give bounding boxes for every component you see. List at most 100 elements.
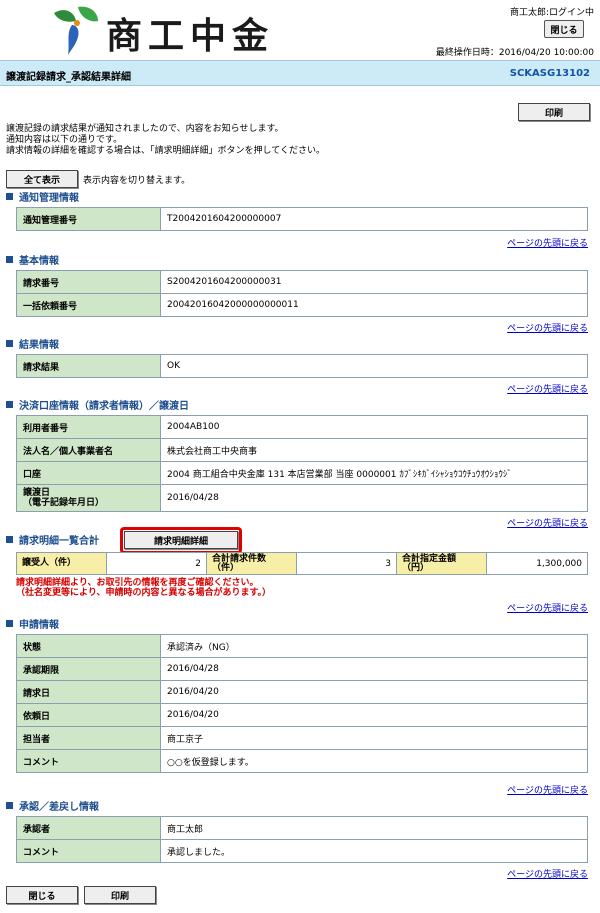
field-value: T2004201604200000007 bbox=[160, 207, 588, 231]
table-row: 口座 2004 商工組合中央金庫 131 本店営業部 当座 0000001 ｶﾌ… bbox=[16, 461, 588, 485]
field-label: 状態 bbox=[16, 634, 161, 658]
section-title-account: 決済口座情報（請求者情報）／譲渡日 bbox=[6, 397, 189, 412]
table-row: 請求番号 S2004201604200000031 bbox=[16, 270, 588, 294]
field-value: 株式会社商工中央商事 bbox=[160, 438, 588, 462]
basic-table: 請求番号 S2004201604200000031 一括依頼番号 2004201… bbox=[16, 270, 588, 317]
back-to-top-link[interactable]: ページの先頭に戻る bbox=[507, 236, 588, 249]
intro-text: 譲渡記録の請求結果が通知されましたので、内容をお知らせします。 通知内容は以下の… bbox=[6, 124, 325, 157]
table-row: コメント ○○を仮登録します。 bbox=[16, 749, 588, 773]
screen-id: SCKASG13102 bbox=[509, 68, 590, 79]
summary-value: 1,300,000 bbox=[486, 552, 588, 575]
summary-label: 譲受人（件） bbox=[16, 552, 107, 575]
back-to-top-link[interactable]: ページの先頭に戻る bbox=[507, 783, 588, 796]
field-label: 請求日 bbox=[16, 680, 161, 704]
field-label: 承認期限 bbox=[16, 657, 161, 681]
field-label: 譲渡日 （電子記録年月日） bbox=[16, 484, 161, 512]
field-label: 通知管理番号 bbox=[16, 207, 161, 231]
application-table: 状態 承認済み（NG） 承認期限 2016/04/28 請求日 2016/04/… bbox=[16, 634, 588, 773]
summary-value: 3 bbox=[296, 552, 397, 575]
field-label: 利用者番号 bbox=[16, 415, 161, 439]
field-value: 20042016042000000000011 bbox=[160, 293, 588, 317]
intro-line: 請求情報の詳細を確認する場合は、「請求明細詳細」ボタンを押してください。 bbox=[6, 146, 325, 156]
table-row: 承認者 商工太郎 bbox=[16, 816, 588, 840]
account-table: 利用者番号 2004AB100 法人名／個人事業者名 株式会社商工中央商事 口座… bbox=[16, 415, 588, 512]
field-value: S2004201604200000031 bbox=[160, 270, 588, 294]
table-row: 承認期限 2016/04/28 bbox=[16, 657, 588, 681]
close-button-bottom[interactable]: 閉じる bbox=[6, 886, 78, 904]
table-row: 担当者 商工京子 bbox=[16, 726, 588, 750]
back-to-top-link[interactable]: ページの先頭に戻る bbox=[507, 516, 588, 529]
page-title: 譲渡記録請求_承認結果詳細 bbox=[6, 72, 131, 83]
table-row: 法人名／個人事業者名 株式会社商工中央商事 bbox=[16, 438, 588, 462]
section-title-notice: 通知管理情報 bbox=[6, 189, 79, 204]
section-title-approval: 承認／差戻し情報 bbox=[6, 798, 99, 813]
field-label: 請求結果 bbox=[16, 354, 161, 378]
table-row: 状態 承認済み（NG） bbox=[16, 634, 588, 658]
detail-button-highlight bbox=[120, 527, 242, 554]
result-table: 請求結果 OK bbox=[16, 354, 588, 378]
section-marker-icon bbox=[6, 256, 13, 263]
field-label: 一括依頼番号 bbox=[16, 293, 161, 317]
notice-table: 通知管理番号 T2004201604200000007 bbox=[16, 207, 588, 231]
company-logo: 商工中金 bbox=[48, 3, 338, 57]
back-to-top-link[interactable]: ページの先頭に戻る bbox=[507, 601, 588, 614]
page-header: 商工中金 商工太郎:ログイン中 閉じる 最終操作日時：2016/04/20 10… bbox=[0, 0, 600, 60]
header-close-button[interactable]: 閉じる bbox=[544, 20, 584, 38]
table-row: 一括依頼番号 20042016042000000000011 bbox=[16, 293, 588, 317]
back-to-top-link[interactable]: ページの先頭に戻る bbox=[507, 867, 588, 880]
field-value: OK bbox=[160, 354, 588, 378]
field-value: 2016/04/20 bbox=[160, 680, 588, 704]
section-title-basic: 基本情報 bbox=[6, 252, 59, 267]
login-user-status: 商工太郎:ログイン中 bbox=[509, 8, 594, 18]
field-label: 口座 bbox=[16, 461, 161, 485]
field-value: 承認済み（NG） bbox=[160, 634, 588, 658]
table-row: 利用者番号 2004AB100 bbox=[16, 415, 588, 439]
table-row: 請求結果 OK bbox=[16, 354, 588, 378]
section-marker-icon bbox=[6, 401, 13, 408]
logo-mark-icon bbox=[54, 6, 98, 55]
field-label: コメント bbox=[16, 749, 161, 773]
section-marker-icon bbox=[6, 340, 13, 347]
table-row: 譲受人（件） 2 合計請求件数 （件） 3 合計指定金額 （円） 1,300,000 bbox=[16, 552, 588, 575]
table-row: 譲渡日 （電子記録年月日） 2016/04/28 bbox=[16, 484, 588, 512]
field-label: コメント bbox=[16, 839, 161, 863]
table-row: コメント 承認しました。 bbox=[16, 839, 588, 863]
print-button-bottom[interactable]: 印刷 bbox=[84, 886, 156, 904]
screen-title-bar: 譲渡記録請求_承認結果詳細 SCKASG13102 bbox=[0, 60, 600, 86]
section-marker-icon bbox=[6, 536, 13, 543]
back-to-top-link[interactable]: ページの先頭に戻る bbox=[507, 382, 588, 395]
section-title-application: 申請情報 bbox=[6, 616, 59, 631]
show-all-button[interactable]: 全て表示 bbox=[6, 170, 78, 188]
back-to-top-link[interactable]: ページの先頭に戻る bbox=[507, 321, 588, 334]
field-value: 2016/04/28 bbox=[160, 657, 588, 681]
table-row: 依頼日 2016/04/20 bbox=[16, 703, 588, 727]
section-marker-icon bbox=[6, 802, 13, 809]
field-label: 承認者 bbox=[16, 816, 161, 840]
summary-value: 2 bbox=[106, 552, 207, 575]
field-value: 商工太郎 bbox=[160, 816, 588, 840]
logo-text: 商工中金 bbox=[106, 15, 275, 57]
approval-table: 承認者 商工太郎 コメント 承認しました。 bbox=[16, 816, 588, 863]
summary-label: 合計請求件数 （件） bbox=[206, 552, 297, 575]
section-marker-icon bbox=[6, 193, 13, 200]
print-button-top[interactable]: 印刷 bbox=[518, 103, 590, 121]
intro-line: 譲渡記録の請求結果が通知されましたので、内容をお知らせします。 bbox=[6, 124, 284, 134]
field-value: 2004 商工組合中央金庫 131 本店営業部 当座 0000001 ｶﾌﾞｼｷ… bbox=[160, 461, 588, 485]
last-operation-time: 最終操作日時：2016/04/20 10:00:00 bbox=[435, 48, 594, 58]
field-value: 承認しました。 bbox=[160, 839, 588, 863]
table-row: 通知管理番号 T2004201604200000007 bbox=[16, 207, 588, 231]
summary-label: 合計指定金額 （円） bbox=[396, 552, 487, 575]
summary-table: 譲受人（件） 2 合計請求件数 （件） 3 合計指定金額 （円） 1,300,000 bbox=[16, 552, 588, 575]
field-value: 2004AB100 bbox=[160, 415, 588, 439]
field-value: 2016/04/20 bbox=[160, 703, 588, 727]
table-row: 請求日 2016/04/20 bbox=[16, 680, 588, 704]
field-label: 請求番号 bbox=[16, 270, 161, 294]
field-label: 法人名／個人事業者名 bbox=[16, 438, 161, 462]
toggle-note: 表示内容を切り替えます。 bbox=[83, 176, 191, 186]
field-label: 担当者 bbox=[16, 726, 161, 750]
warning-text: 請求明細詳細より、お取引先の情報を再度ご確認ください。 （社名変更等により、申請… bbox=[16, 578, 272, 598]
section-marker-icon bbox=[6, 620, 13, 627]
field-label: 依頼日 bbox=[16, 703, 161, 727]
field-value: ○○を仮登録します。 bbox=[160, 749, 588, 773]
field-value: 商工京子 bbox=[160, 726, 588, 750]
